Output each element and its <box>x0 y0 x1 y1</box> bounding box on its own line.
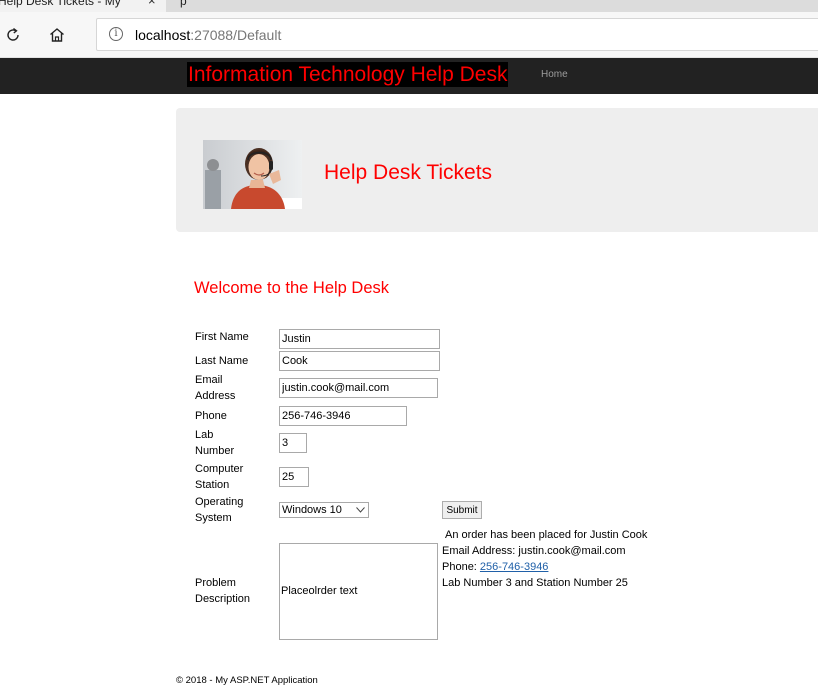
lab-number-input[interactable] <box>279 433 307 453</box>
site-navbar: Information Technology Help Desk Home <box>0 58 818 94</box>
info-icon[interactable]: i <box>109 27 123 41</box>
browser-tab-title: Help Desk Tickets - My <box>0 0 121 8</box>
os-label-line2: System <box>195 512 232 524</box>
station-label-line2: Station <box>195 479 230 491</box>
close-icon[interactable]: × <box>148 0 156 8</box>
brand-title[interactable]: Information Technology Help Desk <box>187 62 509 87</box>
email-label-line1: Email <box>195 374 223 386</box>
page-title: Help Desk Tickets <box>324 161 493 184</box>
help-desk-agent-image <box>203 140 302 209</box>
browser-toolbar: i localhost:27088/Default <box>0 12 818 58</box>
browser-tab[interactable]: Help Desk Tickets - My × <box>0 0 166 12</box>
last-name-label: Last Name <box>195 355 249 367</box>
next-browser-tab[interactable]: p <box>180 0 187 8</box>
problem-label-line2: Description <box>195 593 251 605</box>
last-name-input[interactable] <box>279 351 440 371</box>
lab-label-line1: Lab <box>195 429 214 441</box>
order-phone-line: Phone: 256-746-3946 <box>442 559 548 575</box>
problem-description-textarea[interactable]: Placeolrder text <box>279 543 438 640</box>
tab-strip: Help Desk Tickets - My × p <box>0 0 818 12</box>
refresh-icon[interactable] <box>0 22 26 48</box>
first-name-input[interactable] <box>279 329 440 349</box>
station-label-line1: Computer <box>195 463 244 475</box>
welcome-heading: Welcome to the Help Desk <box>194 279 390 297</box>
nav-home-link[interactable]: Home <box>541 69 568 80</box>
phone-link[interactable]: 256-746-3946 <box>480 561 549 573</box>
email-input[interactable] <box>279 378 438 398</box>
order-lab-station-line: Lab Number 3 and Station Number 25 <box>442 577 628 589</box>
url-path: :27088/Default <box>190 27 282 43</box>
jumbotron: Help Desk Tickets <box>176 108 818 232</box>
computer-station-input[interactable] <box>279 467 309 487</box>
lab-label-line2: Number <box>195 445 235 457</box>
phone-label: Phone <box>195 410 227 422</box>
address-bar[interactable]: i localhost:27088/Default <box>96 18 818 51</box>
home-icon[interactable] <box>44 22 70 48</box>
url-host: localhost <box>135 27 191 43</box>
submit-button[interactable]: Submit <box>442 501 482 519</box>
page-footer: © 2018 - My ASP.NET Application <box>176 675 318 686</box>
operating-system-label: Operating System <box>195 494 243 526</box>
problem-label-line1: Problem <box>195 577 236 589</box>
order-email-line: Email Address: justin.cook@mail.com <box>442 545 626 557</box>
first-name-label: First Name <box>195 331 249 343</box>
order-confirmation-line: An order has been placed for Justin Cook <box>445 529 648 541</box>
url-text: localhost:27088/Default <box>135 27 281 43</box>
problem-description-text: Placeolrder text <box>281 585 358 597</box>
email-label: Email Address <box>195 372 235 404</box>
os-label-line1: Operating <box>195 496 244 508</box>
os-selected-value: Windows 10 <box>282 504 342 516</box>
phone-input[interactable] <box>279 406 407 426</box>
email-label-line2: Address <box>195 390 236 402</box>
operating-system-select[interactable]: Windows 10 <box>279 502 369 518</box>
lab-number-label: Lab Number <box>195 427 234 459</box>
order-phone-prefix: Phone: <box>442 561 480 573</box>
computer-station-label: Computer Station <box>195 461 243 493</box>
problem-description-label: Problem Description <box>195 575 250 607</box>
chevron-down-icon <box>356 507 365 513</box>
